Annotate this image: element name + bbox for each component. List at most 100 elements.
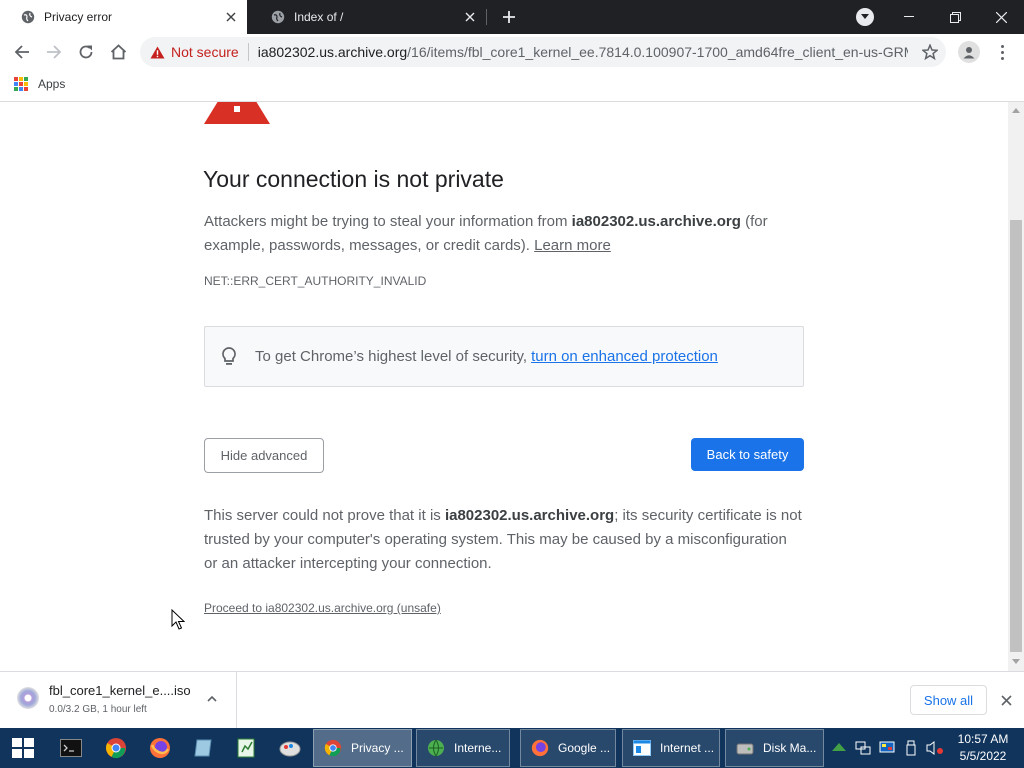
intro-host: ia802302.us.archive.org bbox=[571, 213, 741, 230]
download-item[interactable]: fbl_core1_kernel_e....iso 0.0/3.2 GB, 1 … bbox=[0, 672, 237, 728]
apps-shortcut[interactable]: Apps bbox=[14, 77, 65, 91]
vertical-scrollbar[interactable] bbox=[1008, 102, 1024, 671]
usb-icon[interactable] bbox=[902, 739, 920, 757]
close-tab-icon[interactable] bbox=[458, 5, 482, 29]
tab-search-button[interactable] bbox=[856, 8, 874, 26]
window-icon bbox=[631, 737, 653, 759]
taskbar-disk-management[interactable]: Disk Ma... bbox=[725, 729, 824, 767]
security-indicator[interactable]: Not secure bbox=[150, 44, 239, 60]
download-shelf: fbl_core1_kernel_e....iso 0.0/3.2 GB, 1 … bbox=[0, 671, 1024, 728]
forward-button[interactable] bbox=[40, 38, 68, 66]
download-status: 0.0/3.2 GB, 1 hour left bbox=[49, 704, 147, 715]
globe-icon bbox=[270, 9, 286, 25]
tab-separator bbox=[486, 9, 487, 25]
back-to-safety-button[interactable]: Back to safety bbox=[691, 438, 804, 471]
address-bar[interactable]: Not secure ia802302.us.archive.org/16/it… bbox=[140, 37, 946, 67]
tab-title: Privacy error bbox=[44, 10, 113, 24]
window-controls bbox=[886, 0, 1024, 34]
firefox-icon bbox=[529, 737, 551, 759]
restore-button[interactable] bbox=[932, 0, 978, 34]
notepad-icon[interactable] bbox=[190, 735, 216, 761]
details-paragraph: This server could not prove that it is i… bbox=[204, 504, 804, 576]
taskbar-clock[interactable]: 10:57 AM 5/5/2022 bbox=[950, 731, 1016, 765]
details-host: ia802302.us.archive.org bbox=[444, 507, 615, 524]
omnibox-divider bbox=[247, 43, 249, 61]
windows-taskbar: Privacy ... Interne... Google ... Intern… bbox=[0, 728, 1024, 768]
arrow-left-icon bbox=[14, 45, 29, 59]
taskbar-firefox-google[interactable]: Google ... bbox=[520, 729, 616, 767]
scroll-down-arrow-icon[interactable] bbox=[1012, 659, 1020, 664]
system-tray bbox=[830, 736, 944, 760]
new-tab-button[interactable] bbox=[497, 5, 521, 29]
taskbar-label: Privacy ... bbox=[351, 741, 404, 755]
paint-icon[interactable] bbox=[277, 735, 303, 761]
taskbar-internet-1[interactable]: Interne... bbox=[416, 729, 510, 767]
globe-icon bbox=[20, 9, 36, 25]
lightbulb-icon bbox=[222, 346, 236, 365]
arrow-right-icon bbox=[47, 45, 62, 59]
close-tab-icon[interactable] bbox=[219, 5, 243, 29]
url-host: ia802302.us.archive.org bbox=[257, 44, 408, 60]
proceed-unsafe-link[interactable]: Proceed to ia802302.us.archive.org (unsa… bbox=[204, 601, 441, 615]
taskbar-label: Google ... bbox=[558, 741, 611, 755]
profile-avatar-icon[interactable] bbox=[958, 41, 980, 63]
chrome-menu-button[interactable] bbox=[992, 40, 1012, 64]
scroll-thumb[interactable] bbox=[1010, 220, 1022, 652]
warning-triangle-icon bbox=[204, 102, 270, 124]
disc-image-icon bbox=[17, 687, 39, 709]
details-text: This server could not prove that it is bbox=[204, 507, 445, 524]
url-text[interactable]: ia802302.us.archive.org/16/items/fbl_cor… bbox=[258, 44, 908, 60]
enhanced-protection-box: To get Chrome’s highest level of securit… bbox=[204, 326, 804, 387]
chevron-up-icon[interactable] bbox=[205, 692, 219, 706]
home-button[interactable] bbox=[104, 38, 132, 66]
download-filename: fbl_core1_kernel_e....iso bbox=[49, 683, 191, 698]
network-icon[interactable] bbox=[854, 739, 872, 757]
enhanced-text: To get Chrome’s highest level of securit… bbox=[255, 348, 528, 365]
windows-start-icon[interactable] bbox=[12, 738, 34, 758]
chrome-icon bbox=[322, 737, 344, 759]
display-icon[interactable] bbox=[878, 739, 896, 757]
scroll-up-arrow-icon[interactable] bbox=[1012, 108, 1020, 113]
show-all-button[interactable]: Show all bbox=[910, 685, 987, 715]
plus-icon bbox=[503, 11, 515, 23]
firefox-icon[interactable] bbox=[147, 735, 173, 761]
bookmarks-bar: Apps bbox=[0, 70, 1024, 102]
tray-app-icon[interactable] bbox=[830, 739, 848, 757]
globe-icon bbox=[425, 737, 447, 759]
volume-muted-icon[interactable] bbox=[926, 739, 944, 757]
apps-grid-icon bbox=[14, 77, 28, 91]
taskbar-internet-2[interactable]: Internet ... bbox=[622, 729, 720, 767]
browser-toolbar: Not secure ia802302.us.archive.org/16/it… bbox=[0, 34, 1024, 70]
home-icon bbox=[110, 44, 126, 60]
clock-time: 10:57 AM bbox=[957, 732, 1009, 746]
spreadsheet-icon[interactable] bbox=[233, 735, 259, 761]
tab-privacy-error[interactable]: Privacy error bbox=[0, 0, 247, 34]
page-title: Your connection is not private bbox=[203, 166, 504, 192]
apps-label: Apps bbox=[38, 77, 66, 91]
command-prompt-icon[interactable] bbox=[58, 735, 84, 761]
taskbar-label: Interne... bbox=[454, 741, 502, 755]
taskbar-label: Disk Ma... bbox=[763, 741, 817, 755]
clock-date: 5/5/2022 bbox=[959, 749, 1007, 763]
back-button[interactable] bbox=[8, 38, 36, 66]
reload-button[interactable] bbox=[72, 38, 100, 66]
warning-icon bbox=[150, 46, 165, 58]
taskbar-chrome-privacy[interactable]: Privacy ... bbox=[313, 729, 412, 767]
close-window-button[interactable] bbox=[978, 0, 1024, 34]
hide-advanced-button[interactable]: Hide advanced bbox=[204, 438, 324, 473]
learn-more-link[interactable]: Learn more bbox=[534, 237, 611, 254]
chevron-down-icon bbox=[861, 14, 869, 19]
bookmark-star-icon[interactable] bbox=[920, 42, 940, 62]
not-secure-label: Not secure bbox=[171, 44, 239, 60]
tab-index-of[interactable]: Index of / bbox=[250, 0, 486, 34]
error-code: NET::ERR_CERT_AUTHORITY_INVALID bbox=[204, 274, 427, 288]
tab-title: Index of / bbox=[294, 10, 344, 24]
reload-icon bbox=[79, 45, 93, 59]
taskbar-label: Internet ... bbox=[660, 741, 715, 755]
minimize-button[interactable] bbox=[886, 0, 932, 34]
close-download-shelf-icon[interactable] bbox=[997, 691, 1015, 709]
chrome-icon[interactable] bbox=[103, 735, 129, 761]
enhanced-protection-link[interactable]: turn on enhanced protection bbox=[531, 348, 718, 365]
url-path: /16/items/fbl_core1_kernel_ee.7814.0.100… bbox=[407, 44, 908, 60]
page-content: Your connection is not private Attackers… bbox=[0, 102, 1008, 671]
